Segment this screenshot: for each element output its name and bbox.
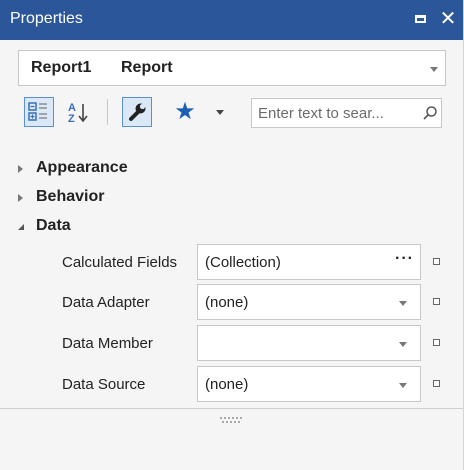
title-bar: Properties ✕: [0, 0, 463, 40]
property-marker-icon[interactable]: [433, 258, 440, 265]
properties-wrench-icon[interactable]: [122, 97, 152, 127]
property-name: Data Adapter: [62, 294, 150, 311]
object-type: Report: [121, 59, 173, 76]
category-appearance[interactable]: Appearance: [18, 158, 218, 182]
property-marker-icon[interactable]: [433, 380, 440, 387]
category-behavior[interactable]: Behavior: [18, 187, 218, 211]
category-label: Appearance: [36, 159, 128, 176]
object-name: Report1: [31, 59, 92, 76]
property-value-field[interactable]: (Collection) ···: [197, 244, 421, 280]
property-name: Calculated Fields: [62, 254, 178, 271]
chevron-down-icon: [216, 110, 224, 115]
panel-title: Properties: [10, 10, 83, 27]
property-row-data-member: Data Member: [0, 325, 463, 363]
category-label: Behavior: [36, 188, 105, 205]
category-label: Data: [36, 217, 71, 234]
property-value: (none): [205, 294, 249, 311]
property-value-dropdown[interactable]: (none): [197, 284, 421, 320]
category-data[interactable]: Data: [18, 216, 218, 240]
chevron-down-icon: [430, 67, 438, 72]
property-value: (Collection): [205, 254, 281, 271]
chevron-down-icon[interactable]: [399, 383, 407, 388]
alphabetical-icon[interactable]: A Z: [65, 97, 93, 127]
search-box[interactable]: [251, 98, 442, 128]
svg-text:Z: Z: [68, 113, 75, 125]
chevron-down-icon[interactable]: [399, 342, 407, 347]
expand-arrow-icon: [18, 194, 23, 202]
close-icon[interactable]: ✕: [437, 8, 459, 30]
property-name: Data Source: [62, 376, 146, 393]
description-splitter: [0, 408, 463, 409]
categorized-icon[interactable]: [24, 97, 54, 127]
search-input[interactable]: [258, 103, 408, 123]
property-name: Data Member: [62, 335, 153, 352]
search-icon[interactable]: [422, 105, 438, 121]
property-row-data-adapter: Data Adapter (none): [0, 284, 463, 322]
splitter-grip-icon[interactable]: [220, 417, 244, 425]
chevron-down-icon[interactable]: [399, 301, 407, 306]
expand-arrow-icon: [18, 165, 23, 173]
properties-panel: Properties ✕ Report1 Report A Z ★ Enter …: [0, 0, 464, 470]
object-selector[interactable]: Report1 Report: [18, 50, 446, 86]
property-value-dropdown[interactable]: [197, 325, 421, 361]
tabs-dropdown[interactable]: [212, 97, 228, 127]
property-marker-icon[interactable]: [433, 339, 440, 346]
property-row-data-source: Data Source (none): [0, 366, 463, 404]
property-value: (none): [205, 376, 249, 393]
property-row-calculated-fields: Calculated Fields (Collection) ···: [0, 244, 463, 282]
favorites-star-icon[interactable]: ★: [172, 97, 198, 127]
toolbar-separator: [107, 99, 108, 125]
collapse-arrow-icon: [18, 224, 24, 230]
property-marker-icon[interactable]: [433, 298, 440, 305]
property-value-dropdown[interactable]: (none): [197, 366, 421, 402]
ellipsis-icon[interactable]: ···: [395, 250, 414, 268]
maximize-icon[interactable]: [410, 8, 432, 30]
